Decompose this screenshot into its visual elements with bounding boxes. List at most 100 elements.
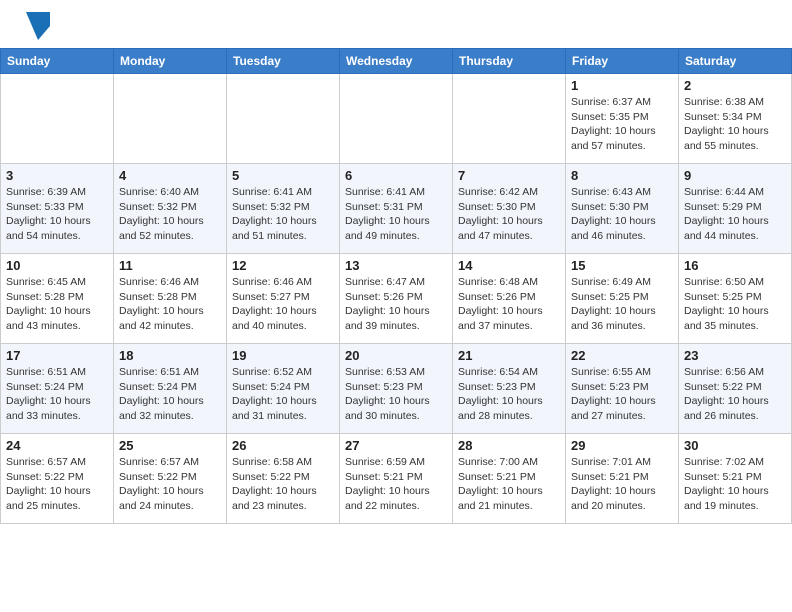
day-number: 22: [571, 348, 673, 363]
day-number: 16: [684, 258, 786, 273]
page-header: [0, 0, 792, 48]
calendar-cell: 23Sunrise: 6:56 AMSunset: 5:22 PMDayligh…: [679, 344, 792, 434]
day-number: 21: [458, 348, 560, 363]
day-info: Sunrise: 7:01 AMSunset: 5:21 PMDaylight:…: [571, 455, 673, 514]
day-info: Sunrise: 6:47 AMSunset: 5:26 PMDaylight:…: [345, 275, 447, 334]
day-number: 7: [458, 168, 560, 183]
day-info: Sunrise: 7:02 AMSunset: 5:21 PMDaylight:…: [684, 455, 786, 514]
day-header-thursday: Thursday: [453, 49, 566, 74]
calendar-table: SundayMondayTuesdayWednesdayThursdayFrid…: [0, 48, 792, 524]
calendar-cell: 26 Sunrise: 6:58 AMSunset: 5:22 PMDayligh…: [227, 434, 340, 524]
day-header-wednesday: Wednesday: [340, 49, 453, 74]
day-info: Sunrise: 6:58 AMSunset: 5:22 PMDaylight:…: [232, 455, 334, 514]
calendar-week-row: 3 Sunrise: 6:39 AMSunset: 5:33 PMDaylight…: [1, 164, 792, 254]
calendar-cell: 3 Sunrise: 6:39 AMSunset: 5:33 PMDaylight…: [1, 164, 114, 254]
calendar-cell: [453, 74, 566, 164]
calendar-cell: [114, 74, 227, 164]
day-number: 5: [232, 168, 334, 183]
day-number: 30: [684, 438, 786, 453]
day-number: 20: [345, 348, 447, 363]
day-number: 25: [119, 438, 221, 453]
calendar-cell: 10Sunrise: 6:45 AMSunset: 5:28 PMDayligh…: [1, 254, 114, 344]
day-number: 13: [345, 258, 447, 273]
day-info: Sunrise: 6:51 AMSunset: 5:24 PMDaylight:…: [6, 365, 108, 424]
day-info: Sunrise: 6:43 AMSunset: 5:30 PMDaylight:…: [571, 185, 673, 244]
day-info: Sunrise: 6:50 AMSunset: 5:25 PMDaylight:…: [684, 275, 786, 334]
day-number: 1: [571, 78, 673, 93]
calendar-week-row: 10Sunrise: 6:45 AMSunset: 5:28 PMDayligh…: [1, 254, 792, 344]
calendar-header-row: SundayMondayTuesdayWednesdayThursdayFrid…: [1, 49, 792, 74]
calendar-cell: 2 Sunrise: 6:38 AMSunset: 5:34 PMDaylight…: [679, 74, 792, 164]
day-info: Sunrise: 6:57 AMSunset: 5:22 PMDaylight:…: [119, 455, 221, 514]
calendar-cell: 4 Sunrise: 6:40 AMSunset: 5:32 PMDaylight…: [114, 164, 227, 254]
calendar-cell: 1Sunrise: 6:37 AMSunset: 5:35 PMDaylight…: [566, 74, 679, 164]
day-info: Sunrise: 6:59 AMSunset: 5:21 PMDaylight:…: [345, 455, 447, 514]
day-number: 23: [684, 348, 786, 363]
day-info: Sunrise: 6:38 AMSunset: 5:34 PMDaylight:…: [684, 95, 786, 154]
day-number: 26: [232, 438, 334, 453]
day-info: Sunrise: 6:54 AMSunset: 5:23 PMDaylight:…: [458, 365, 560, 424]
day-number: 27: [345, 438, 447, 453]
day-info: Sunrise: 6:40 AMSunset: 5:32 PMDaylight:…: [119, 185, 221, 244]
calendar-cell: [1, 74, 114, 164]
day-info: Sunrise: 6:41 AMSunset: 5:32 PMDaylight:…: [232, 185, 334, 244]
calendar-cell: 8 Sunrise: 6:43 AMSunset: 5:30 PMDaylight…: [566, 164, 679, 254]
day-number: 12: [232, 258, 334, 273]
day-header-sunday: Sunday: [1, 49, 114, 74]
day-number: 10: [6, 258, 108, 273]
calendar-cell: 27 Sunrise: 6:59 AMSunset: 5:21 PMDayligh…: [340, 434, 453, 524]
day-number: 3: [6, 168, 108, 183]
calendar-cell: 20 Sunrise: 6:53 AMSunset: 5:23 PMDayligh…: [340, 344, 453, 434]
calendar-cell: 22Sunrise: 6:55 AMSunset: 5:23 PMDayligh…: [566, 344, 679, 434]
day-info: Sunrise: 7:00 AMSunset: 5:21 PMDaylight:…: [458, 455, 560, 514]
day-number: 17: [6, 348, 108, 363]
calendar-cell: 14 Sunrise: 6:48 AMSunset: 5:26 PMDayligh…: [453, 254, 566, 344]
day-info: Sunrise: 6:53 AMSunset: 5:23 PMDaylight:…: [345, 365, 447, 424]
calendar-cell: 6 Sunrise: 6:41 AMSunset: 5:31 PMDaylight…: [340, 164, 453, 254]
day-number: 14: [458, 258, 560, 273]
day-info: Sunrise: 6:41 AMSunset: 5:31 PMDaylight:…: [345, 185, 447, 244]
calendar-week-row: 24 Sunrise: 6:57 AMSunset: 5:22 PMDayligh…: [1, 434, 792, 524]
day-number: 8: [571, 168, 673, 183]
calendar-cell: 17 Sunrise: 6:51 AMSunset: 5:24 PMDayligh…: [1, 344, 114, 434]
calendar-cell: 24 Sunrise: 6:57 AMSunset: 5:22 PMDayligh…: [1, 434, 114, 524]
day-info: Sunrise: 6:52 AMSunset: 5:24 PMDaylight:…: [232, 365, 334, 424]
day-info: Sunrise: 6:46 AMSunset: 5:27 PMDaylight:…: [232, 275, 334, 334]
day-number: 6: [345, 168, 447, 183]
calendar-week-row: 17 Sunrise: 6:51 AMSunset: 5:24 PMDayligh…: [1, 344, 792, 434]
day-info: Sunrise: 6:49 AMSunset: 5:25 PMDaylight:…: [571, 275, 673, 334]
calendar-cell: 28Sunrise: 7:00 AMSunset: 5:21 PMDayligh…: [453, 434, 566, 524]
calendar-cell: [227, 74, 340, 164]
calendar-week-row: 1Sunrise: 6:37 AMSunset: 5:35 PMDaylight…: [1, 74, 792, 164]
day-number: 24: [6, 438, 108, 453]
day-info: Sunrise: 6:44 AMSunset: 5:29 PMDaylight:…: [684, 185, 786, 244]
day-info: Sunrise: 6:57 AMSunset: 5:22 PMDaylight:…: [6, 455, 108, 514]
calendar-cell: 18 Sunrise: 6:51 AMSunset: 5:24 PMDayligh…: [114, 344, 227, 434]
calendar-cell: 15 Sunrise: 6:49 AMSunset: 5:25 PMDayligh…: [566, 254, 679, 344]
day-number: 4: [119, 168, 221, 183]
calendar-cell: 12 Sunrise: 6:46 AMSunset: 5:27 PMDayligh…: [227, 254, 340, 344]
day-header-tuesday: Tuesday: [227, 49, 340, 74]
day-number: 29: [571, 438, 673, 453]
day-header-monday: Monday: [114, 49, 227, 74]
day-number: 15: [571, 258, 673, 273]
calendar-cell: 5 Sunrise: 6:41 AMSunset: 5:32 PMDaylight…: [227, 164, 340, 254]
day-info: Sunrise: 6:39 AMSunset: 5:33 PMDaylight:…: [6, 185, 108, 244]
day-number: 11: [119, 258, 221, 273]
day-info: Sunrise: 6:51 AMSunset: 5:24 PMDaylight:…: [119, 365, 221, 424]
day-info: Sunrise: 6:42 AMSunset: 5:30 PMDaylight:…: [458, 185, 560, 244]
calendar-cell: [340, 74, 453, 164]
calendar-cell: 21 Sunrise: 6:54 AMSunset: 5:23 PMDayligh…: [453, 344, 566, 434]
day-info: Sunrise: 6:48 AMSunset: 5:26 PMDaylight:…: [458, 275, 560, 334]
day-number: 2: [684, 78, 786, 93]
calendar-cell: 19 Sunrise: 6:52 AMSunset: 5:24 PMDayligh…: [227, 344, 340, 434]
day-header-friday: Friday: [566, 49, 679, 74]
day-number: 18: [119, 348, 221, 363]
day-header-saturday: Saturday: [679, 49, 792, 74]
logo-icon: [26, 12, 50, 40]
day-number: 19: [232, 348, 334, 363]
day-number: 9: [684, 168, 786, 183]
calendar-cell: 7 Sunrise: 6:42 AMSunset: 5:30 PMDaylight…: [453, 164, 566, 254]
day-info: Sunrise: 6:46 AMSunset: 5:28 PMDaylight:…: [119, 275, 221, 334]
calendar-cell: 9 Sunrise: 6:44 AMSunset: 5:29 PMDaylight…: [679, 164, 792, 254]
